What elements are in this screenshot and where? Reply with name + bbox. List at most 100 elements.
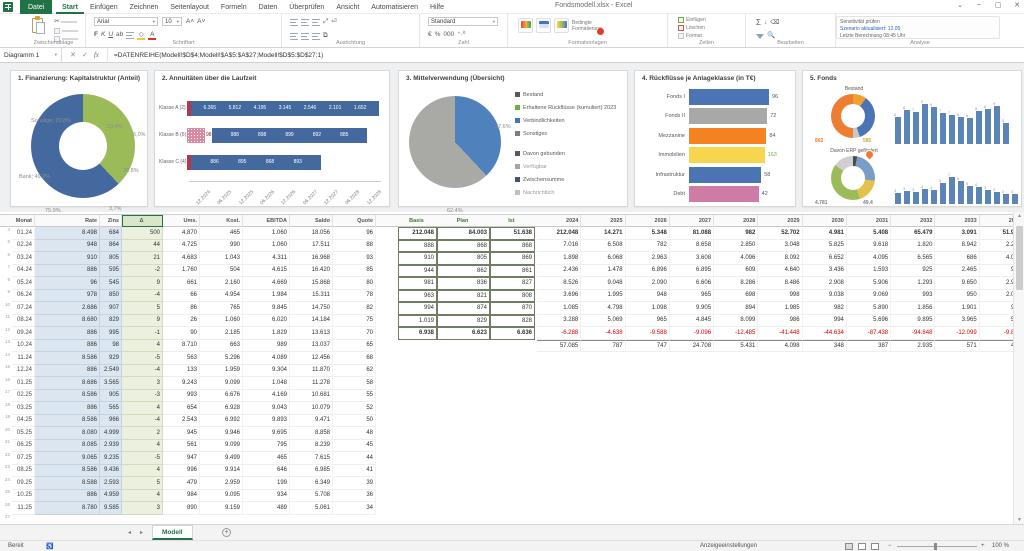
cell[interactable]: 1.959: [200, 364, 243, 377]
cell[interactable]: 1.985: [758, 302, 803, 315]
cell[interactable]: 8.586: [35, 352, 100, 365]
cell[interactable]: 9.304: [243, 364, 290, 377]
cell[interactable]: 2.543: [163, 414, 200, 427]
cell[interactable]: 686: [935, 252, 980, 265]
cell[interactable]: 874: [437, 302, 490, 315]
cell[interactable]: 886: [35, 489, 100, 502]
cell[interactable]: 7.016: [537, 239, 582, 252]
cell[interactable]: 6.895: [669, 264, 715, 277]
zoom-slider-thumb[interactable]: [934, 543, 937, 550]
font-name-select[interactable]: Arial ▾: [94, 17, 158, 26]
cell[interactable]: -94.848: [891, 327, 936, 340]
cell[interactable]: 5.296: [200, 352, 243, 365]
column-header-year[interactable]: 2026: [626, 215, 670, 227]
cell-styles-button[interactable]: [554, 18, 569, 33]
cell[interactable]: 905: [100, 389, 122, 402]
cell[interactable]: 981: [398, 277, 437, 290]
tab-ansicht[interactable]: Ansicht: [330, 0, 365, 14]
cell[interactable]: 02.25: [12, 389, 35, 402]
cell[interactable]: 6.652: [802, 252, 847, 265]
cell[interactable]: 5: [122, 302, 163, 315]
paste-button[interactable]: [30, 16, 46, 37]
cell[interactable]: 934: [243, 489, 290, 502]
cell[interactable]: 6.606: [669, 277, 715, 290]
cell[interactable]: 62: [333, 364, 376, 377]
cell[interactable]: 4.098: [758, 339, 803, 352]
cell[interactable]: 886: [35, 327, 100, 340]
cell[interactable]: 9.499: [200, 452, 243, 465]
scroll-up-icon[interactable]: ▲: [1014, 213, 1024, 219]
cell[interactable]: 6.565: [891, 252, 936, 265]
cell[interactable]: -4: [122, 364, 163, 377]
cell[interactable]: 827: [490, 277, 535, 290]
column-header[interactable]: Ums.: [163, 215, 200, 227]
cell[interactable]: 58: [333, 377, 376, 390]
column-header-year[interactable]: 2024: [537, 215, 582, 227]
currency-icon[interactable]: €: [428, 31, 432, 39]
cell[interactable]: 9.095: [200, 489, 243, 502]
column-header[interactable]: Ist: [490, 215, 535, 227]
fill-color-icon[interactable]: ◇: [137, 31, 146, 40]
cell[interactable]: 9.914: [200, 464, 243, 477]
cell[interactable]: 595: [100, 264, 122, 277]
cell[interactable]: 10.24: [12, 339, 35, 352]
cell[interactable]: 2: [122, 427, 163, 440]
cell[interactable]: 947: [163, 452, 200, 465]
cell[interactable]: -4.638: [581, 327, 626, 340]
cell[interactable]: 3: [122, 377, 163, 390]
cell[interactable]: 4.959: [100, 489, 122, 502]
cell[interactable]: 8.658: [669, 239, 715, 252]
thousands-icon[interactable]: 000: [443, 31, 454, 39]
cell[interactable]: 6.992: [200, 414, 243, 427]
cell[interactable]: 6.623: [437, 327, 490, 340]
cell[interactable]: 4.096: [714, 252, 759, 265]
cell[interactable]: 5.696: [846, 314, 892, 327]
cell[interactable]: 984: [163, 489, 200, 502]
align-right-icon[interactable]: [312, 32, 320, 40]
cell[interactable]: 3.965: [935, 314, 980, 327]
column-header[interactable]: Quote: [333, 215, 376, 227]
cell[interactable]: 4: [122, 464, 163, 477]
cell[interactable]: 9.893: [243, 414, 290, 427]
cell[interactable]: 8.526: [537, 277, 582, 290]
align-middle-icon[interactable]: [301, 18, 309, 26]
column-header-year[interactable]: 2033: [935, 215, 980, 227]
cell[interactable]: 6.938: [398, 327, 437, 340]
cell[interactable]: 663: [200, 339, 243, 352]
cell[interactable]: 8.486: [758, 277, 803, 290]
cell[interactable]: -41.448: [758, 327, 803, 340]
cell[interactable]: 12.456: [290, 352, 333, 365]
cell[interactable]: 765: [200, 302, 243, 315]
cell[interactable]: 6.349: [290, 477, 333, 490]
grow-font-icon[interactable]: A˄: [186, 18, 194, 26]
cell[interactable]: 81.088: [669, 227, 715, 240]
cell[interactable]: 1.984: [243, 289, 290, 302]
cell[interactable]: 14.184: [290, 314, 333, 327]
cell[interactable]: 82: [333, 302, 376, 315]
percent-icon[interactable]: %: [435, 31, 441, 39]
font-size-select[interactable]: 10 ▾: [162, 17, 182, 26]
chart-panel-p5[interactable]: 5. Fonds Bestand 802 585 Davon ERP gefördert…: [802, 70, 1022, 207]
cell[interactable]: 5.825: [802, 239, 847, 252]
cell[interactable]: 5.069: [581, 314, 626, 327]
cell[interactable]: 805: [100, 252, 122, 265]
cell[interactable]: 1.829: [243, 327, 290, 340]
cell[interactable]: 4.999: [100, 427, 122, 440]
cell[interactable]: 4.089: [243, 352, 290, 365]
increase-decimal-icon[interactable]: ⁺·⁰: [457, 31, 465, 39]
tab-formeln[interactable]: Formeln: [215, 0, 253, 14]
tab-einfügen[interactable]: Einfügen: [84, 0, 124, 14]
cell[interactable]: 869: [490, 252, 535, 265]
clear-icon[interactable]: ⌫: [770, 19, 779, 27]
sheet-tab-modell[interactable]: Modell: [152, 525, 193, 540]
cell[interactable]: 8.586: [35, 389, 100, 402]
cell[interactable]: 9.695: [243, 427, 290, 440]
cell[interactable]: 9.099: [200, 377, 243, 390]
cell[interactable]: -5: [122, 352, 163, 365]
cell[interactable]: 4.640: [758, 264, 803, 277]
cell[interactable]: 868: [437, 239, 490, 252]
cell[interactable]: 886: [35, 402, 100, 415]
cell[interactable]: 9.069: [846, 289, 892, 302]
cell[interactable]: 01.25: [12, 377, 35, 390]
cell[interactable]: 11.24: [12, 352, 35, 365]
